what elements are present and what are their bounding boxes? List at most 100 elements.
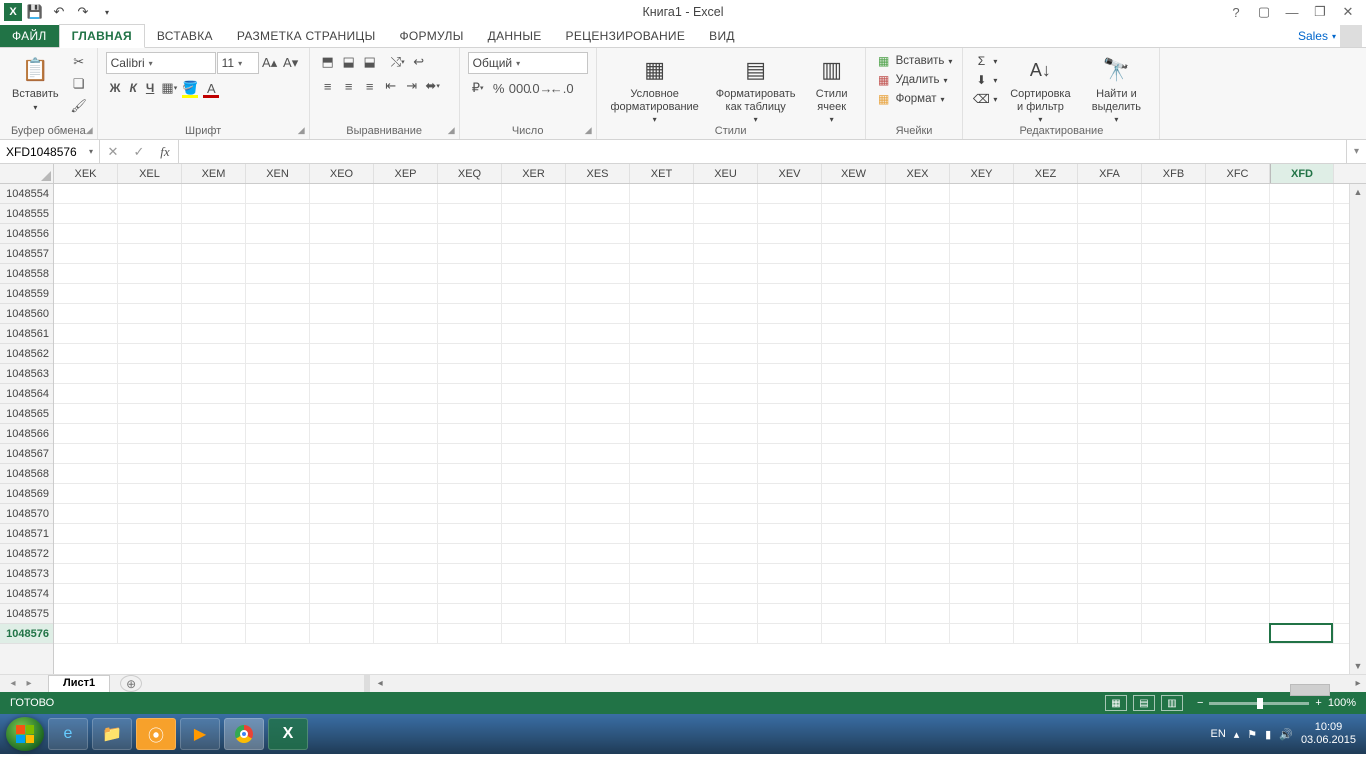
- cell[interactable]: [1270, 404, 1334, 423]
- align-right-button[interactable]: ≡: [360, 76, 380, 96]
- cell[interactable]: [438, 384, 502, 403]
- insert-cells-button[interactable]: ▦Вставить ▾: [874, 52, 955, 70]
- cell[interactable]: [118, 364, 182, 383]
- cell[interactable]: [1078, 444, 1142, 463]
- tray-flag-icon[interactable]: ⚑: [1247, 728, 1257, 741]
- cell[interactable]: [1142, 224, 1206, 243]
- cell[interactable]: [246, 604, 310, 623]
- cell[interactable]: [1078, 324, 1142, 343]
- cell[interactable]: [1206, 224, 1270, 243]
- fill-color-button[interactable]: 🪣: [180, 78, 200, 98]
- cell[interactable]: [374, 404, 438, 423]
- cell[interactable]: [758, 264, 822, 283]
- hscroll-thumb[interactable]: [1290, 684, 1330, 696]
- cell[interactable]: [822, 244, 886, 263]
- comma-style-button[interactable]: 000: [510, 78, 530, 98]
- cell[interactable]: [950, 224, 1014, 243]
- cell[interactable]: [1270, 324, 1334, 343]
- cell[interactable]: [1014, 324, 1078, 343]
- cell[interactable]: [1206, 624, 1270, 643]
- cell[interactable]: [566, 484, 630, 503]
- cell[interactable]: [1206, 264, 1270, 283]
- cell[interactable]: [1270, 204, 1334, 223]
- cell[interactable]: [438, 224, 502, 243]
- tray-language[interactable]: EN: [1210, 728, 1225, 740]
- column-header[interactable]: XEY: [950, 164, 1014, 183]
- cell[interactable]: [566, 464, 630, 483]
- cell[interactable]: [822, 464, 886, 483]
- cell[interactable]: [438, 244, 502, 263]
- cell[interactable]: [374, 344, 438, 363]
- cell[interactable]: [118, 184, 182, 203]
- cut-button[interactable]: ✂: [69, 52, 89, 72]
- tab-formulas[interactable]: ФОРМУЛЫ: [388, 25, 476, 47]
- cell[interactable]: [246, 184, 310, 203]
- alignment-dialog-launcher[interactable]: ◢: [448, 125, 455, 136]
- cell[interactable]: [566, 544, 630, 563]
- cell[interactable]: [374, 244, 438, 263]
- cell[interactable]: [950, 484, 1014, 503]
- cell[interactable]: [1014, 204, 1078, 223]
- column-header[interactable]: XES: [566, 164, 630, 183]
- new-sheet-button[interactable]: ⊕: [120, 675, 142, 692]
- cell[interactable]: [694, 444, 758, 463]
- cell[interactable]: [502, 344, 566, 363]
- cell[interactable]: [182, 184, 246, 203]
- cell[interactable]: [502, 424, 566, 443]
- cell[interactable]: [566, 184, 630, 203]
- cell[interactable]: [694, 504, 758, 523]
- cell[interactable]: [694, 204, 758, 223]
- cell[interactable]: [502, 304, 566, 323]
- cell[interactable]: [1142, 264, 1206, 283]
- name-box[interactable]: XFD1048576▾: [0, 140, 100, 163]
- cell[interactable]: [1142, 304, 1206, 323]
- row-header[interactable]: 1048569: [0, 484, 53, 504]
- scroll-up-button[interactable]: ▲: [1350, 184, 1366, 200]
- cell[interactable]: [950, 604, 1014, 623]
- cell[interactable]: [630, 324, 694, 343]
- cell[interactable]: [886, 404, 950, 423]
- cell[interactable]: [118, 484, 182, 503]
- cell[interactable]: [54, 364, 118, 383]
- cell[interactable]: [246, 404, 310, 423]
- copy-button[interactable]: ❏: [69, 74, 89, 94]
- tab-home[interactable]: ГЛАВНАЯ: [59, 24, 145, 48]
- view-normal-button[interactable]: ▦: [1105, 695, 1127, 711]
- cell[interactable]: [310, 484, 374, 503]
- tab-view[interactable]: ВИД: [697, 25, 747, 47]
- cell[interactable]: [822, 224, 886, 243]
- minimize-button[interactable]: —: [1280, 2, 1304, 22]
- enter-formula-button[interactable]: ✓: [126, 144, 152, 160]
- cell[interactable]: [1206, 184, 1270, 203]
- cell[interactable]: [1270, 584, 1334, 603]
- cell[interactable]: [630, 404, 694, 423]
- column-header[interactable]: XEZ: [1014, 164, 1078, 183]
- cell[interactable]: [886, 464, 950, 483]
- taskbar-app-orange[interactable]: ⦿: [136, 718, 176, 750]
- cell[interactable]: [1270, 524, 1334, 543]
- cell[interactable]: [246, 304, 310, 323]
- cell[interactable]: [1014, 504, 1078, 523]
- cell[interactable]: [118, 244, 182, 263]
- cell[interactable]: [886, 624, 950, 643]
- cell[interactable]: [374, 364, 438, 383]
- cell[interactable]: [1078, 384, 1142, 403]
- cell[interactable]: [822, 324, 886, 343]
- cell[interactable]: [310, 384, 374, 403]
- cell[interactable]: [950, 384, 1014, 403]
- cell[interactable]: [374, 324, 438, 343]
- cell[interactable]: [630, 384, 694, 403]
- cell[interactable]: [438, 564, 502, 583]
- cell[interactable]: [246, 284, 310, 303]
- clipboard-dialog-launcher[interactable]: ◢: [86, 125, 93, 136]
- row-header[interactable]: 1048565: [0, 404, 53, 424]
- cell[interactable]: [1142, 424, 1206, 443]
- cell[interactable]: [1014, 464, 1078, 483]
- cell[interactable]: [438, 604, 502, 623]
- cell[interactable]: [950, 304, 1014, 323]
- align-bottom-button[interactable]: ⬓: [360, 52, 380, 72]
- cell[interactable]: [182, 244, 246, 263]
- cell[interactable]: [118, 404, 182, 423]
- cell[interactable]: [630, 224, 694, 243]
- cell[interactable]: [118, 544, 182, 563]
